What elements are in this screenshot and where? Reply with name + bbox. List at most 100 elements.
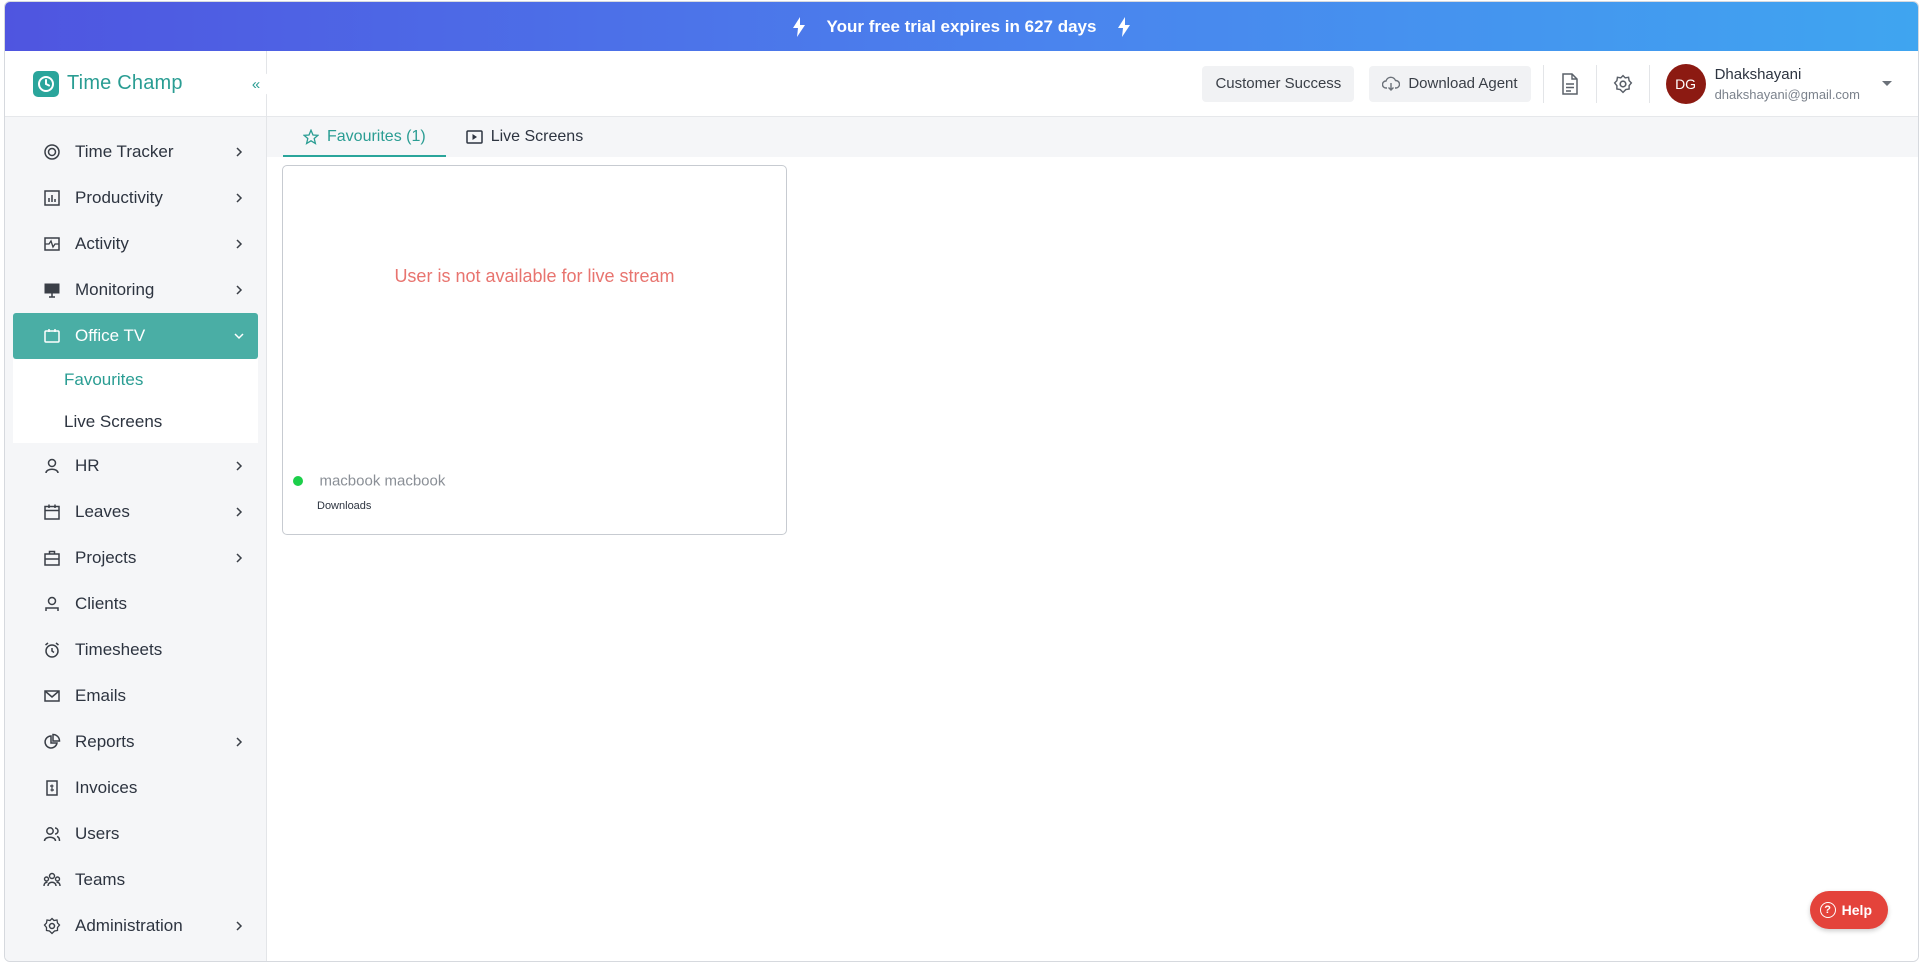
time-tracker-icon [44,144,60,160]
gear-icon [43,917,61,935]
sidebar-item-label: Reports [75,732,135,751]
header-divider [1648,64,1650,103]
chevron-right-icon [236,507,243,517]
activity-icon [44,237,60,251]
help-label: Help [1841,902,1872,918]
person-icon [45,458,59,474]
sidebar-item-reports[interactable]: Reports [13,719,258,765]
chevron-right-icon [236,553,243,563]
monitor-icon [44,283,60,298]
lightning-icon [792,16,805,37]
sidebar-item-emails[interactable]: Emails [13,673,258,719]
app-frame: Your free trial expires in 627 days Time… [4,1,1919,962]
sidebar-item-users[interactable]: Users [13,811,258,857]
tab-favourites[interactable]: Favourites (1) [283,117,446,157]
lightning-icon [1118,16,1131,37]
bar-chart-icon [44,190,60,206]
client-icon [45,596,59,611]
brand-name: Time Champ [67,72,183,94]
download-agent-label: Download Agent [1408,75,1518,92]
logo-clock-icon [33,70,59,97]
tab-bar: Favourites (1) Live Screens [267,117,1918,157]
sidebar-item-activity[interactable]: Activity [13,221,258,267]
sidebar: Time Champ « Time Tracker Productivity A… [5,51,268,961]
document-icon [1561,72,1578,95]
sidebar-item-teams[interactable]: Teams [13,857,258,903]
sidebar-item-hr[interactable]: HR [13,443,258,489]
customer-success-button[interactable]: Customer Success [1202,65,1355,102]
sidebar-item-clients[interactable]: Clients [13,581,258,627]
customer-success-label: Customer Success [1215,75,1342,92]
calendar-icon [44,504,60,520]
stream-unavailable-message: User is not available for live stream [394,266,675,286]
tab-live-screens[interactable]: Live Screens [446,117,604,157]
sidebar-item-timesheets[interactable]: Timesheets [13,627,258,673]
download-agent-button[interactable]: Download Agent [1369,65,1531,102]
header-divider [1542,64,1544,103]
sidebar-subitem-favourites[interactable]: Favourites [13,359,258,401]
header-divider [1595,64,1597,103]
chevron-right-icon [236,239,243,249]
help-button[interactable]: ? Help [1809,891,1888,929]
card-footer: macbook macbook Downloads [293,472,445,512]
play-screen-icon [465,130,483,144]
tv-icon [44,329,60,343]
sidebar-item-projects[interactable]: Projects [13,535,258,581]
sidebar-item-label: Clients [75,594,127,613]
sidebar-item-label: Office TV [75,326,146,345]
office-tv-submenu: Favourites Live Screens [13,359,258,443]
sidebar-item-label: Administration [75,916,183,935]
pie-chart-icon [44,733,61,749]
tab-label: Live Screens [490,128,584,145]
user-email: dhakshayani@gmail.com [1714,86,1860,102]
invoice-icon [46,780,58,796]
sidebar-subitem-live-screens[interactable]: Live Screens [13,401,258,443]
sidebar-item-label: Timesheets [75,640,163,659]
star-icon [303,129,319,145]
chevron-right-icon [236,285,243,295]
user-name: Dhakshayani [1714,65,1802,83]
sidebar-item-monitoring[interactable]: Monitoring [13,267,258,313]
sidebar-item-label: Invoices [75,778,138,797]
card-user-name: macbook macbook [319,472,446,490]
sidebar-item-label: Users [75,824,120,843]
chevron-right-icon [236,461,243,471]
sidebar-item-label: HR [75,456,100,475]
sidebar-item-office-tv[interactable]: Office TV [13,313,258,359]
top-header: Customer Success Download Agent DG Dhaks… [267,51,1918,117]
chevron-right-icon [236,921,243,931]
teams-icon [43,872,61,887]
cloud-download-icon [1382,76,1401,91]
user-menu-caret-icon[interactable] [1882,81,1892,86]
document-icon-button[interactable] [1556,70,1584,98]
main-content: Favourites (1) Live Screens User is not … [267,117,1918,961]
mail-icon [44,690,60,702]
sidebar-item-label: Teams [75,870,126,889]
sidebar-item-label: Emails [75,686,127,705]
tab-label: Favourites (1) [327,128,426,145]
chevron-down-icon [234,333,244,340]
sidebar-item-leaves[interactable]: Leaves [13,489,258,535]
logo-row: Time Champ « [5,51,268,117]
sidebar-item-administration[interactable]: Administration [13,903,258,949]
users-icon [43,827,61,842]
sidebar-item-label: Monitoring [75,280,155,299]
user-block[interactable]: Dhakshayani dhakshayani@gmail.com [1715,66,1860,102]
chevron-right-icon [236,737,243,747]
sidebar-item-label: Productivity [75,188,163,207]
trial-banner-text: Your free trial expires in 627 days [826,16,1097,36]
sidebar-item-invoices[interactable]: Invoices [13,765,258,811]
trial-banner: Your free trial expires in 627 days [5,2,1918,51]
gear-icon [1613,74,1632,93]
collapse-sidebar-button[interactable]: « [244,73,268,95]
sidebar-item-label: Activity [75,234,129,253]
live-screen-card[interactable]: User is not available for live stream ma… [282,165,787,535]
sidebar-item-productivity[interactable]: Productivity [13,175,258,221]
card-app-name: Downloads [317,500,372,512]
chevron-right-icon [236,193,243,203]
sidebar-item-time-tracker[interactable]: Time Tracker [13,129,258,175]
settings-button[interactable] [1609,70,1637,98]
avatar[interactable]: DG [1665,63,1706,104]
chevron-right-icon [236,147,243,157]
sidebar-item-label: Leaves [75,502,130,521]
